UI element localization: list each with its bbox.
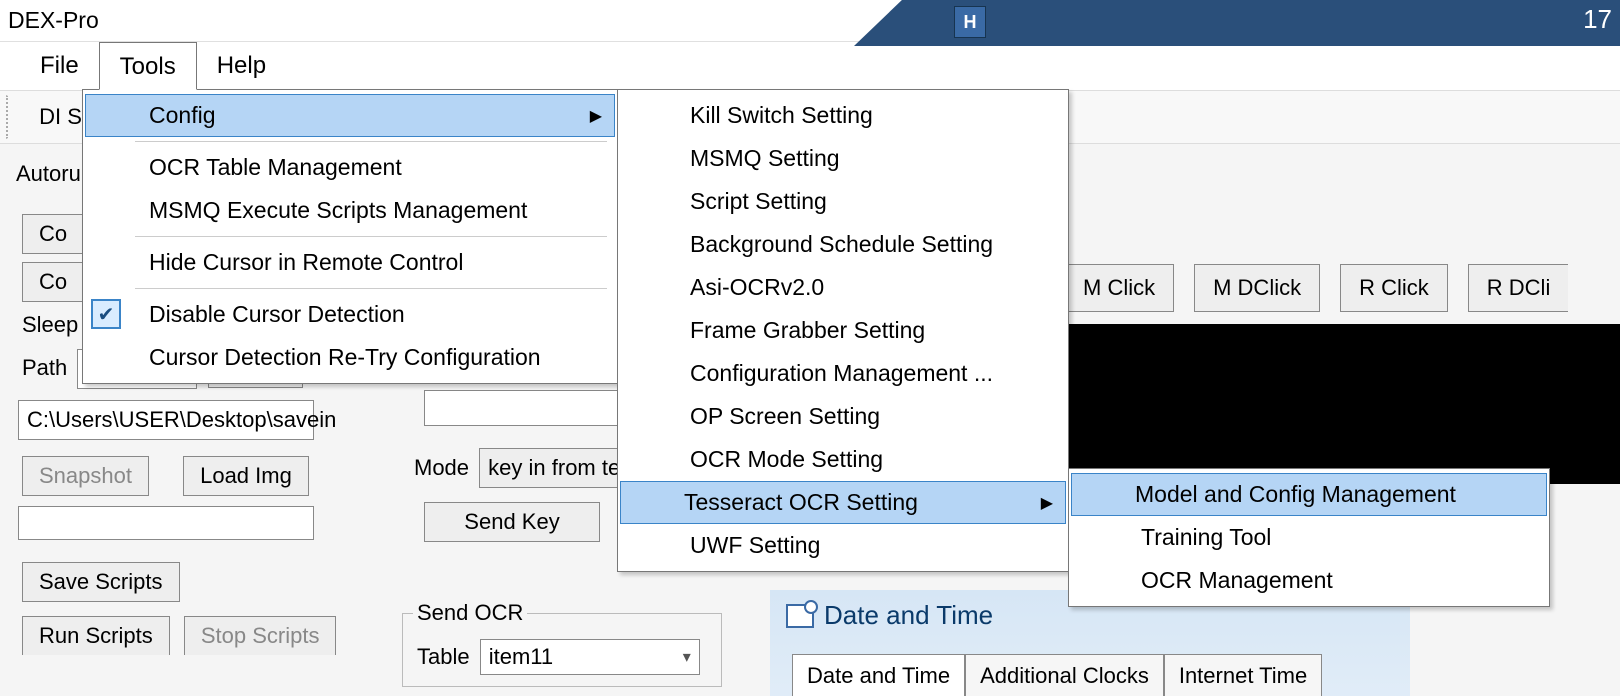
path-full-input[interactable]: C:\Users\USER\Desktop\savein [18,400,314,440]
config-uwf-item[interactable]: UWF Setting [620,524,1066,567]
app-title: DEX-Pro [8,7,99,34]
config-op-screen-item[interactable]: OP Screen Setting [620,395,1066,438]
config-dropdown: Kill Switch Setting MSMQ Setting Script … [617,89,1069,572]
tools-config-item[interactable]: Config ▶ [85,94,615,137]
tools-cursor-retry-item[interactable]: Cursor Detection Re-Try Configuration [85,336,615,379]
menu-separator [135,236,607,237]
menu-separator [135,288,607,289]
tools-dropdown: Config ▶ OCR Table Management MSMQ Execu… [82,89,618,384]
co-button-1[interactable]: Co [22,214,84,254]
tesseract-dropdown: Model and Config Management Training Too… [1068,468,1550,607]
submenu-arrow-icon: ▶ [1041,493,1053,513]
co-button-2[interactable]: Co [22,262,84,302]
title-bar: DEX-Pro H 17 [0,0,1620,42]
config-configuration-mgmt-item[interactable]: Configuration Management ... [620,352,1066,395]
calendar-clock-icon [786,604,814,628]
tess-model-config-item[interactable]: Model and Config Management [1071,473,1547,516]
menu-file[interactable]: File [20,42,99,90]
path-label: Path [22,355,67,381]
config-frame-grabber-item[interactable]: Frame Grabber Setting [620,309,1066,352]
tools-config-label: Config [149,102,215,128]
load-img-button[interactable]: Load Img [183,456,309,496]
send-key-button[interactable]: Send Key [424,502,600,542]
notch-number: 17 [1583,4,1612,35]
sleep-label: Sleep [22,312,78,338]
tab-internet-time[interactable]: Internet Time [1164,654,1322,696]
empty-text-input[interactable] [18,506,314,540]
tess-training-tool-item[interactable]: Training Tool [1071,516,1547,559]
run-scripts-button[interactable]: Run Scripts [22,616,170,655]
click-buttons-row: M Click M DClick R Click R DCli [1060,258,1620,318]
m-dclick-button[interactable]: M DClick [1194,264,1320,312]
notch-icon[interactable]: H [954,6,986,38]
config-asi-ocr-item[interactable]: Asi-OCRv2.0 [620,266,1066,309]
tools-disable-cursor-label: Disable Cursor Detection [149,301,405,327]
stop-scripts-button[interactable]: Stop Scripts [184,616,337,655]
submenu-arrow-icon: ▶ [590,106,602,126]
date-time-tabs: Date and Time Additional Clocks Internet… [792,653,1410,696]
menu-bar: File Tools Help [0,42,1620,90]
send-ocr-group: Send OCR Table item11 ▾ [402,600,722,687]
tab-additional-clocks[interactable]: Additional Clocks [965,654,1164,696]
r-click-button[interactable]: R Click [1340,264,1448,312]
check-icon: ✔ [91,299,121,329]
snapshot-button[interactable]: Snapshot [22,456,149,496]
config-ocr-mode-item[interactable]: OCR Mode Setting [620,438,1066,481]
table-combo[interactable]: item11 ▾ [480,639,700,675]
tools-msmq-scripts-item[interactable]: MSMQ Execute Scripts Management [85,189,615,232]
tools-disable-cursor-item[interactable]: ✔ Disable Cursor Detection [85,293,615,336]
save-scripts-button[interactable]: Save Scripts [22,562,180,602]
r-dclick-button[interactable]: R DCli [1468,264,1569,312]
chevron-down-icon: ▾ [683,647,691,667]
tab-date-and-time[interactable]: Date and Time [792,654,965,696]
mode-label: Mode [414,455,469,481]
config-script-item[interactable]: Script Setting [620,180,1066,223]
tools-hide-cursor-item[interactable]: Hide Cursor in Remote Control [85,241,615,284]
tools-ocr-table-item[interactable]: OCR Table Management [85,146,615,189]
menu-separator [135,141,607,142]
title-notch: H 17 [904,0,1620,46]
m-click-button[interactable]: M Click [1064,264,1174,312]
config-bg-schedule-item[interactable]: Background Schedule Setting [620,223,1066,266]
config-tesseract-label: Tesseract OCR Setting [684,489,918,515]
send-ocr-legend: Send OCR [413,600,527,626]
config-kill-switch-item[interactable]: Kill Switch Setting [620,94,1066,137]
menu-tools[interactable]: Tools [99,42,197,90]
config-msmq-item[interactable]: MSMQ Setting [620,137,1066,180]
date-time-title-text: Date and Time [824,600,993,631]
tabstrip-handle[interactable] [6,95,26,139]
config-tesseract-item[interactable]: Tesseract OCR Setting ▶ [620,481,1066,524]
table-label: Table [417,644,470,670]
menu-help[interactable]: Help [197,42,286,90]
tess-ocr-mgmt-item[interactable]: OCR Management [1071,559,1547,602]
right-area: M Click M DClick R Click R DCli [1060,258,1620,318]
autorun-button[interactable]: Autoru [6,155,91,193]
table-combo-value: item11 [489,644,553,670]
